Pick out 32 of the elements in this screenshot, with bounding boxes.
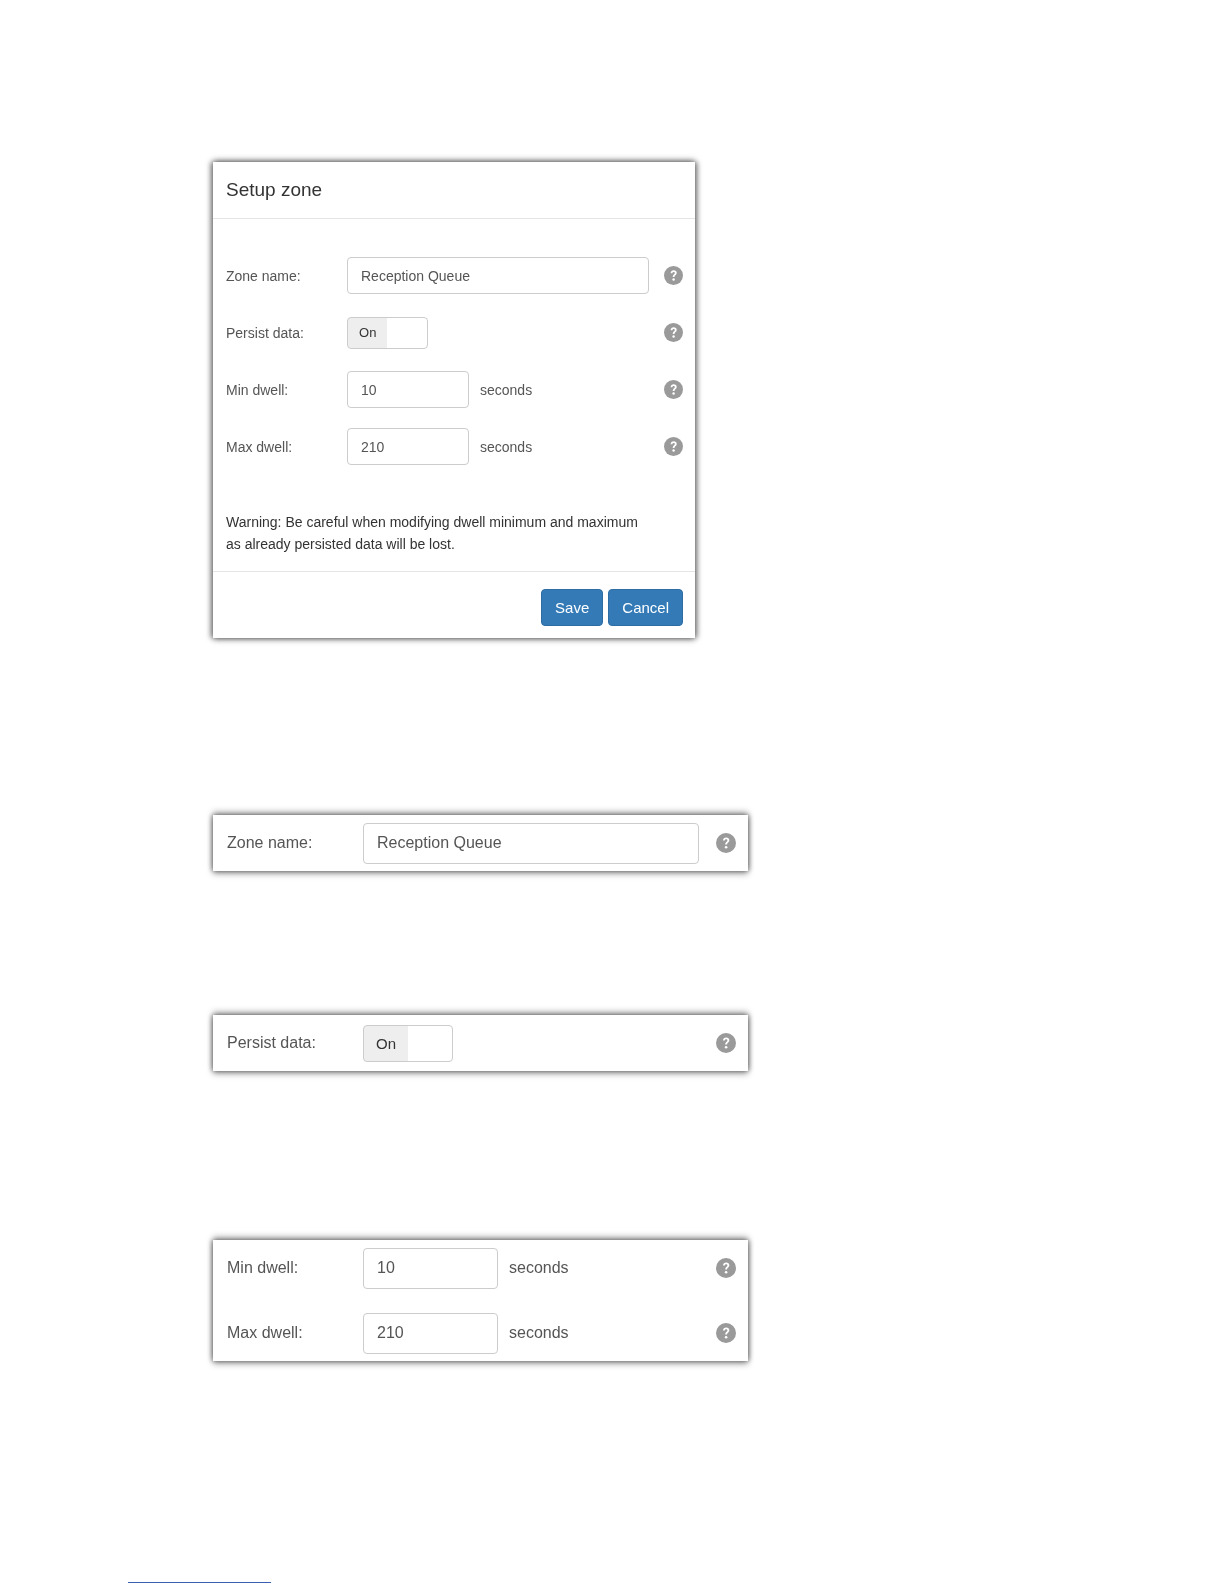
field-label: Min dwell:: [227, 1259, 300, 1277]
help-icon[interactable]: [716, 1323, 736, 1343]
save-button[interactable]: Save: [541, 589, 604, 626]
toggle-switch[interactable]: On: [363, 1024, 453, 1062]
field-label: Persist data:: [226, 324, 305, 341]
unit-label: seconds: [509, 1324, 569, 1342]
field-label: Max dwell:: [226, 438, 294, 455]
field-label: Min dwell:: [226, 381, 290, 398]
field-label: Persist data:: [227, 1034, 317, 1052]
help-icon[interactable]: [664, 266, 683, 285]
unit-label: seconds: [480, 381, 533, 398]
number-field[interactable]: 10: [347, 371, 469, 408]
help-icon[interactable]: [664, 323, 683, 342]
cancel-button[interactable]: Cancel: [608, 589, 683, 626]
field-label: Zone name:: [227, 834, 314, 852]
field-label: Max dwell:: [227, 1324, 304, 1342]
help-icon[interactable]: [716, 1258, 736, 1278]
unit-label: seconds: [509, 1259, 569, 1277]
text-field[interactable]: Reception Queue: [347, 257, 649, 294]
field-label: Zone name:: [226, 267, 302, 284]
help-icon[interactable]: [664, 437, 683, 456]
number-field[interactable]: 210: [363, 1312, 498, 1354]
number-field[interactable]: 10: [363, 1247, 498, 1289]
unit-label: seconds: [480, 438, 533, 455]
warning-text: Warning: Be careful when modifying dwell minimum and maximum as already persisted data will be lost.: [226, 513, 639, 554]
help-icon[interactable]: [716, 833, 736, 853]
toggle-switch[interactable]: On: [347, 316, 428, 349]
help-icon[interactable]: [716, 1033, 736, 1053]
help-icon[interactable]: [664, 380, 683, 399]
text-field[interactable]: Reception Queue: [363, 822, 699, 864]
number-field[interactable]: 210: [347, 428, 469, 465]
dialog-title: Setup zone: [226, 179, 323, 201]
